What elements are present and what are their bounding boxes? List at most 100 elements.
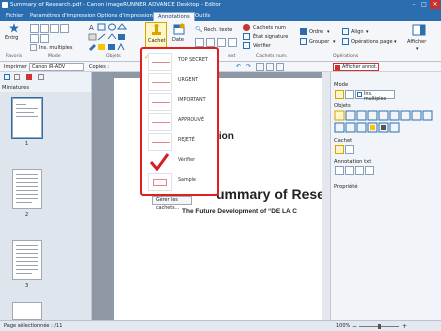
panel-ins-multiples-button[interactable]: Ins. multiples <box>355 90 395 102</box>
cachets-num-button[interactable]: Cachets num <box>243 24 291 32</box>
stamp-item-important[interactable]: IMPORTANT <box>148 92 217 112</box>
panel-ins-multiples-icon <box>357 92 362 97</box>
stamp-preview <box>148 93 172 111</box>
panel-note-icon[interactable] <box>365 166 374 175</box>
thumbnail-panel: Miniatures 1 2 3 <box>0 72 92 320</box>
underline-icon[interactable] <box>206 38 215 47</box>
signature-status-icon <box>243 33 250 40</box>
objects-tools-grid[interactable] <box>334 110 438 134</box>
grouper-button[interactable]: Grouper ▾ <box>300 38 340 46</box>
stamp-preview <box>148 173 172 191</box>
bookmark-tab-icon[interactable] <box>14 74 20 80</box>
objects-gallery[interactable]: A <box>88 23 140 55</box>
stamp-preview <box>148 153 172 172</box>
text-select-icon[interactable] <box>40 24 49 33</box>
thumbnail-page[interactable] <box>12 302 42 320</box>
panel-stamp-icon[interactable] <box>335 145 344 154</box>
annotation-section-title: Annotation txt <box>334 159 372 165</box>
verifier-button[interactable]: Vérifier <box>243 42 291 50</box>
operations-page-label: Opérations page <box>351 39 393 45</box>
tab-annotations[interactable]: Annotations <box>153 12 195 21</box>
star-icon <box>9 23 19 33</box>
layers-tab-icon[interactable] <box>38 74 44 80</box>
cachets-num-group-label: Cachets num. <box>256 54 288 59</box>
undo-icon[interactable]: ↶ <box>236 63 241 70</box>
etat-signature-button[interactable]: État signature <box>243 33 291 41</box>
zoom-in-icon[interactable]: + <box>402 323 407 330</box>
rotate-icon[interactable] <box>276 63 284 71</box>
cachet-section-title: Cachet <box>334 138 353 144</box>
redo-icon[interactable]: ↷ <box>246 63 251 70</box>
rech-texte-button[interactable]: 🔍︎ Rech. texte <box>195 26 235 34</box>
ordre-chevron-icon: ▾ <box>327 29 330 35</box>
crop-tool-icon[interactable] <box>30 34 39 43</box>
align-button[interactable]: Align ▾ <box>342 28 378 36</box>
printer-select[interactable]: Canon iR-ADV <box>29 63 84 71</box>
ext-group-label: ext <box>228 54 236 59</box>
tab-parametres-impression[interactable]: Paramètres d'impression <box>26 12 100 21</box>
cachets-num-label: Cachets num <box>253 25 286 31</box>
tab-fichier[interactable]: Fichier <box>2 12 27 21</box>
maximize-button[interactable]: □ <box>419 0 429 9</box>
vertical-scrollbar[interactable] <box>322 72 330 320</box>
tab-outils[interactable]: Outils <box>191 12 214 21</box>
afficher-button[interactable]: Afficher ▾ <box>402 24 438 60</box>
entrg-label: Entrg <box>5 35 19 41</box>
panel-select-tool-icon[interactable] <box>335 90 344 99</box>
page-ops-icon <box>342 38 349 45</box>
verify-icon <box>243 42 250 49</box>
select-tool-icon[interactable] <box>30 24 39 33</box>
manage-stamps-button[interactable]: Gérer les cachets... <box>152 196 192 211</box>
stamp-item-rejete[interactable]: REJETÉ <box>148 132 217 152</box>
ribbon-tabs: Fichier Paramètres d'impression Options … <box>0 11 441 21</box>
tab-options-impression[interactable]: Options d'impression <box>93 12 157 21</box>
stamp-label: URGENT <box>178 78 199 83</box>
entrg-button[interactable]: Entrg <box>4 23 24 45</box>
hand-tool-icon[interactable] <box>50 24 59 33</box>
date-stamp-icon <box>173 23 185 35</box>
stamp-item-sample[interactable]: Sample <box>148 172 217 192</box>
zoom-slider-handle[interactable] <box>378 324 381 329</box>
etat-signature-label: État signature <box>253 34 289 40</box>
favoris-group-label: Favoris <box>6 54 23 59</box>
afficher-annot-button[interactable]: Afficher annot. <box>333 63 379 71</box>
fit-width-icon[interactable] <box>266 63 274 71</box>
strikeout-icon[interactable] <box>217 38 226 47</box>
zoom-level: 100% <box>336 323 351 329</box>
highlight-icon[interactable] <box>195 38 204 47</box>
fit-page-icon[interactable] <box>256 63 264 71</box>
ordre-button[interactable]: Ordre ▾ <box>300 28 338 36</box>
zoom-tool-icon[interactable] <box>60 24 69 33</box>
minimize-button[interactable]: – <box>409 0 419 9</box>
note-icon[interactable] <box>228 38 237 47</box>
annotation-tab-icon[interactable] <box>26 74 32 80</box>
thumbnail-page[interactable] <box>12 240 42 280</box>
zoom-out-icon[interactable]: − <box>352 323 357 330</box>
panel-date-stamp-icon[interactable] <box>345 145 354 154</box>
grouper-chevron-icon: ▾ <box>333 39 336 45</box>
panel-strikeout-icon[interactable] <box>355 166 364 175</box>
panel-text-select-icon[interactable] <box>345 90 354 99</box>
align-icon <box>342 28 349 35</box>
snapshot-tool-icon[interactable] <box>40 34 49 43</box>
ins-multiples-button[interactable]: Ins. multiples <box>30 44 82 52</box>
page-info: Page sélectionnée : /11 <box>4 323 63 329</box>
order-icon <box>300 28 307 35</box>
checkmark-stamp-icon <box>149 153 170 172</box>
stamp-label: REJETÉ <box>178 138 195 143</box>
app-icon <box>2 2 8 8</box>
thumbnail-page[interactable] <box>11 97 43 139</box>
thumbnail-page[interactable] <box>12 169 42 209</box>
panel-underline-icon[interactable] <box>345 166 354 175</box>
thumbnail-tab-icon[interactable] <box>4 74 10 80</box>
stamp-item-urgent[interactable]: URGENT <box>148 72 217 92</box>
operations-page-button[interactable]: Opérations page ▾ <box>342 38 400 46</box>
stamp-item-top-secret[interactable]: TOP SECRET <box>148 52 217 72</box>
thumbnail-panel-title: Miniatures <box>2 85 30 91</box>
stamp-item-verifier[interactable]: Vérifier <box>148 152 217 172</box>
document-title: ummary of Resea <box>216 186 333 202</box>
panel-highlight-icon[interactable] <box>335 166 344 175</box>
close-button[interactable]: ✕ <box>430 0 440 9</box>
stamp-item-approuve[interactable]: APPROUVÉ <box>148 112 217 132</box>
print-toolbar: Imprimer : Canon iR-ADV Copies : ↶ ↷ Aff… <box>0 62 441 72</box>
